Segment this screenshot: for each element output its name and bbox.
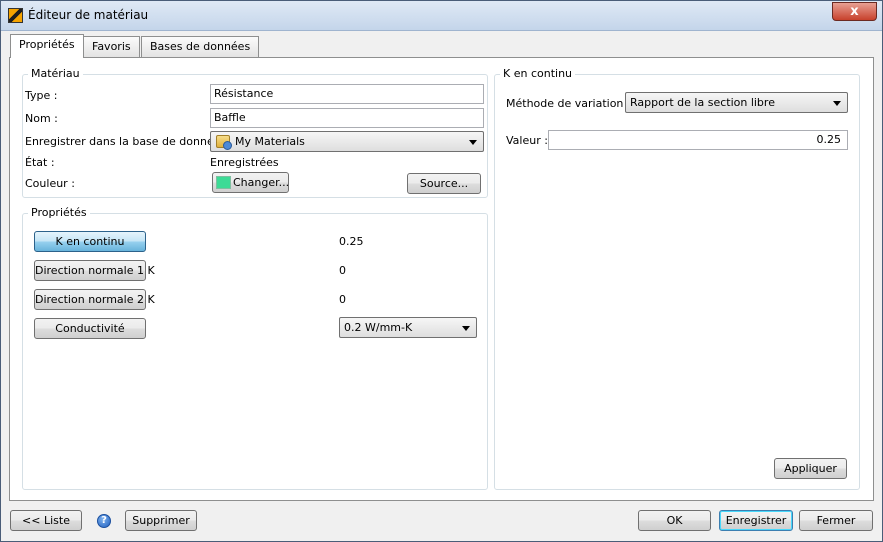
tab-properties-label: Propriétés — [19, 38, 75, 51]
material-editor-window: Éditeur de matériau x Propriétés Favoris… — [0, 0, 883, 542]
normal-direction-1k-button[interactable]: Direction normale 1 K — [34, 260, 155, 281]
tab-favorites[interactable]: Favoris — [83, 36, 140, 57]
normal-direction-2k-label: Direction normale 2 K — [35, 293, 155, 306]
state-value: Enregistrées — [210, 156, 279, 169]
delete-button-label: Supprimer — [132, 514, 190, 527]
tab-favorites-label: Favoris — [92, 40, 131, 53]
apply-button-label: Appliquer — [784, 462, 837, 475]
apply-button[interactable]: Appliquer — [774, 458, 847, 479]
tab-properties[interactable]: Propriétés — [10, 34, 84, 58]
type-label: Type : — [25, 89, 58, 102]
k-continuous-button[interactable]: K en continu — [34, 231, 146, 252]
help-icon[interactable]: ? — [97, 514, 111, 528]
delete-button[interactable]: Supprimer — [125, 510, 197, 531]
close-icon: x — [850, 4, 859, 19]
chevron-down-icon — [469, 140, 477, 145]
save-db-label: Enregistrer dans la base de données : — [25, 135, 234, 148]
title-bar: Éditeur de matériau x — [1, 1, 882, 31]
ok-button-label: OK — [666, 514, 683, 527]
material-editor-icon — [8, 8, 23, 23]
properties-group: Propriétés — [22, 206, 488, 490]
window-title: Éditeur de matériau — [28, 8, 149, 22]
normal-direction-1k-label: Direction normale 1 K — [35, 264, 155, 277]
list-button[interactable]: << Liste — [10, 510, 82, 531]
conductivity-value: 0.2 W/mm-K — [344, 321, 413, 334]
tab-databases-label: Bases de données — [150, 40, 251, 53]
value-field[interactable]: 0.25 — [548, 130, 848, 150]
save-db-value: My Materials — [235, 135, 305, 148]
conductivity-button[interactable]: Conductivité — [34, 318, 146, 339]
conductivity-dropdown[interactable]: 0.2 W/mm-K — [339, 317, 477, 338]
save-button[interactable]: Enregistrer — [719, 510, 793, 531]
value-value: 0.25 — [816, 133, 842, 146]
variation-method-value: Rapport de la section libre — [630, 96, 775, 109]
type-field[interactable]: Résistance — [210, 84, 484, 104]
normal-direction-2k-value: 0 — [339, 293, 346, 306]
k-continuous-group-title: K en continu — [500, 67, 576, 80]
name-field[interactable]: Baffle — [210, 108, 484, 128]
variation-method-dropdown[interactable]: Rapport de la section libre — [625, 92, 848, 113]
change-color-button[interactable]: Changer... — [212, 172, 289, 193]
source-button[interactable]: Source... — [407, 173, 481, 194]
normal-direction-1k-value: 0 — [339, 264, 346, 277]
source-button-label: Source... — [419, 177, 469, 190]
tab-panel-properties: Matériau Type : Résistance Nom : Baffle … — [9, 57, 874, 501]
name-value: Baffle — [214, 111, 246, 124]
chevron-down-icon — [833, 101, 841, 106]
value-label: Valeur : — [506, 134, 548, 147]
database-icon — [216, 135, 232, 150]
ok-button[interactable]: OK — [638, 510, 711, 531]
tab-databases[interactable]: Bases de données — [141, 36, 260, 57]
close-button[interactable]: Fermer — [799, 510, 873, 531]
close-window-button[interactable]: x — [832, 2, 877, 21]
list-button-label: << Liste — [22, 514, 70, 527]
k-continuous-value: 0.25 — [339, 235, 364, 248]
help-glyph: ? — [101, 515, 107, 526]
normal-direction-2k-button[interactable]: Direction normale 2 K — [34, 289, 155, 310]
color-swatch — [216, 176, 231, 189]
save-db-dropdown[interactable]: My Materials — [210, 131, 484, 152]
state-label: État : — [25, 156, 55, 169]
change-color-label: Changer... — [233, 176, 290, 189]
save-button-label: Enregistrer — [725, 514, 787, 527]
color-label: Couleur : — [25, 177, 75, 190]
k-continuous-label: K en continu — [55, 235, 125, 248]
chevron-down-icon — [462, 326, 470, 331]
name-label: Nom : — [25, 112, 58, 125]
variation-method-label: Méthode de variation : — [506, 97, 631, 110]
properties-group-title: Propriétés — [28, 206, 90, 219]
conductivity-label: Conductivité — [55, 322, 125, 335]
material-group-title: Matériau — [28, 67, 83, 80]
type-value: Résistance — [214, 87, 274, 100]
close-button-label: Fermer — [816, 514, 856, 527]
